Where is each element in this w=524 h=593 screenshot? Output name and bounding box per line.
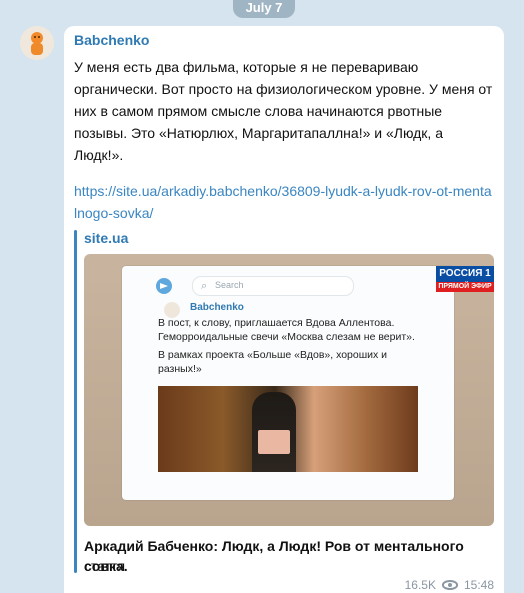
inner-search-box: ⌕ Search xyxy=(192,276,354,296)
preview-site-name[interactable]: site.ua xyxy=(84,230,128,246)
preview-title[interactable]: Аркадий Бабченко: Людк, а Людк! Ров от м… xyxy=(84,536,504,576)
preview-image[interactable]: ⌕ Search Babchenko В пост, к слову, приг… xyxy=(84,254,494,526)
inner-screenshot-card: ⌕ Search Babchenko В пост, к слову, приг… xyxy=(122,266,454,500)
tv-channel-name: РОССИЯ 1 xyxy=(439,268,491,279)
search-icon: ⌕ xyxy=(201,280,208,292)
views-count: 16.5K xyxy=(404,578,436,592)
bottle-icon xyxy=(252,392,296,472)
preview-accent-bar xyxy=(74,230,77,573)
message-link[interactable]: https://site.ua/arkadiy.babchenko/36809-… xyxy=(74,180,494,224)
inner-search-placeholder: Search xyxy=(215,280,244,290)
message-time: 15:48 xyxy=(463,578,494,592)
eye-icon xyxy=(441,580,458,590)
preview-subtitle: стаття xyxy=(84,558,126,574)
bottle-label xyxy=(258,430,290,454)
message-author[interactable]: Babchenko xyxy=(74,32,149,48)
message-meta: 16.5K 15:48 xyxy=(405,578,494,592)
inner-photo xyxy=(158,386,418,472)
inner-text-2: В рамках проекта «Больше «Вдов», хороших… xyxy=(158,349,388,375)
date-pill: July 7 xyxy=(233,0,295,18)
avatar-icon xyxy=(20,26,54,60)
avatar[interactable] xyxy=(20,26,54,60)
message-bubble: Babchenko У меня есть два фильма, которы… xyxy=(64,26,504,593)
telegram-icon xyxy=(156,278,172,294)
inner-author: Babchenko xyxy=(190,302,244,313)
tv-live-label: ПРЯМОЙ ЭФИР xyxy=(436,282,494,292)
inner-text-1: В пост, к слову, приглашается Вдова Алле… xyxy=(158,317,415,343)
message-text: У меня есть два фильма, которые я не пер… xyxy=(74,59,493,163)
